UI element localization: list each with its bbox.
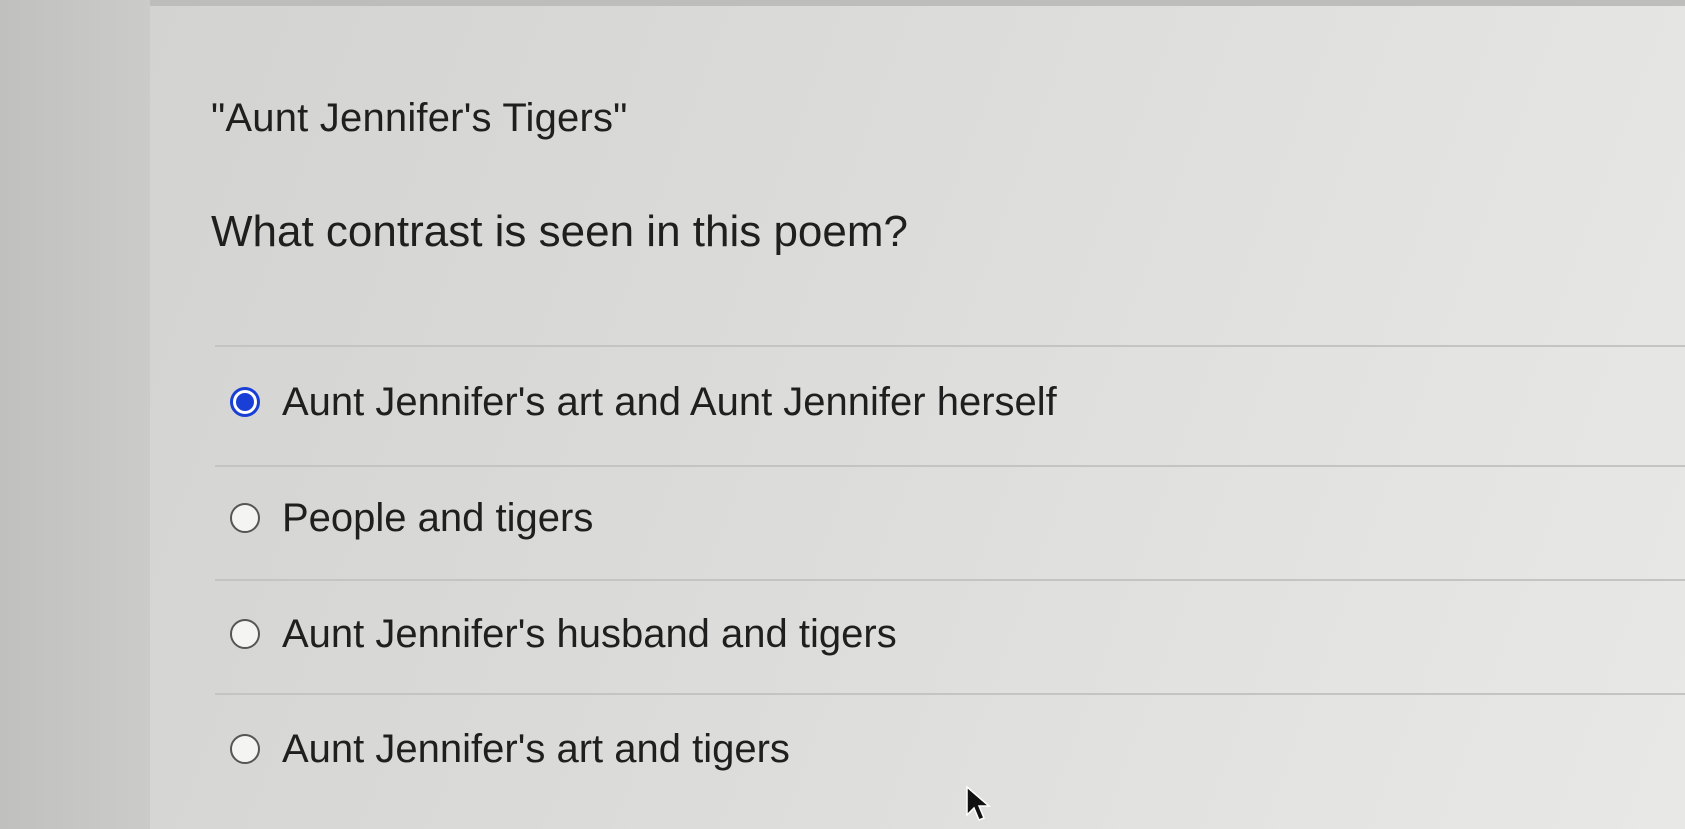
answer-option-label: Aunt Jennifer's art and Aunt Jennifer he…: [282, 379, 1057, 424]
radio-unselected-icon[interactable]: [230, 734, 260, 764]
radio-selected-icon[interactable]: [230, 387, 260, 417]
background-strip: [0, 0, 150, 829]
answer-option-1[interactable]: Aunt Jennifer's art and Aunt Jennifer he…: [230, 374, 1057, 430]
answer-option-3[interactable]: Aunt Jennifer's husband and tigers: [230, 606, 897, 662]
radio-unselected-icon[interactable]: [230, 619, 260, 649]
divider: [215, 465, 1685, 467]
answer-option-label: Aunt Jennifer's husband and tigers: [282, 611, 897, 656]
divider: [215, 579, 1685, 581]
radio-unselected-icon[interactable]: [230, 503, 260, 533]
poem-title: "Aunt Jennifer's Tigers": [211, 96, 628, 140]
question-text: What contrast is seen in this poem?: [211, 207, 908, 256]
answer-option-label: People and tigers: [282, 495, 594, 540]
divider: [215, 693, 1685, 695]
answer-option-label: Aunt Jennifer's art and tigers: [282, 726, 790, 771]
divider: [215, 345, 1685, 347]
answer-option-2[interactable]: People and tigers: [230, 490, 593, 546]
answer-option-4[interactable]: Aunt Jennifer's art and tigers: [230, 721, 790, 777]
mouse-pointer-icon: [966, 785, 992, 821]
